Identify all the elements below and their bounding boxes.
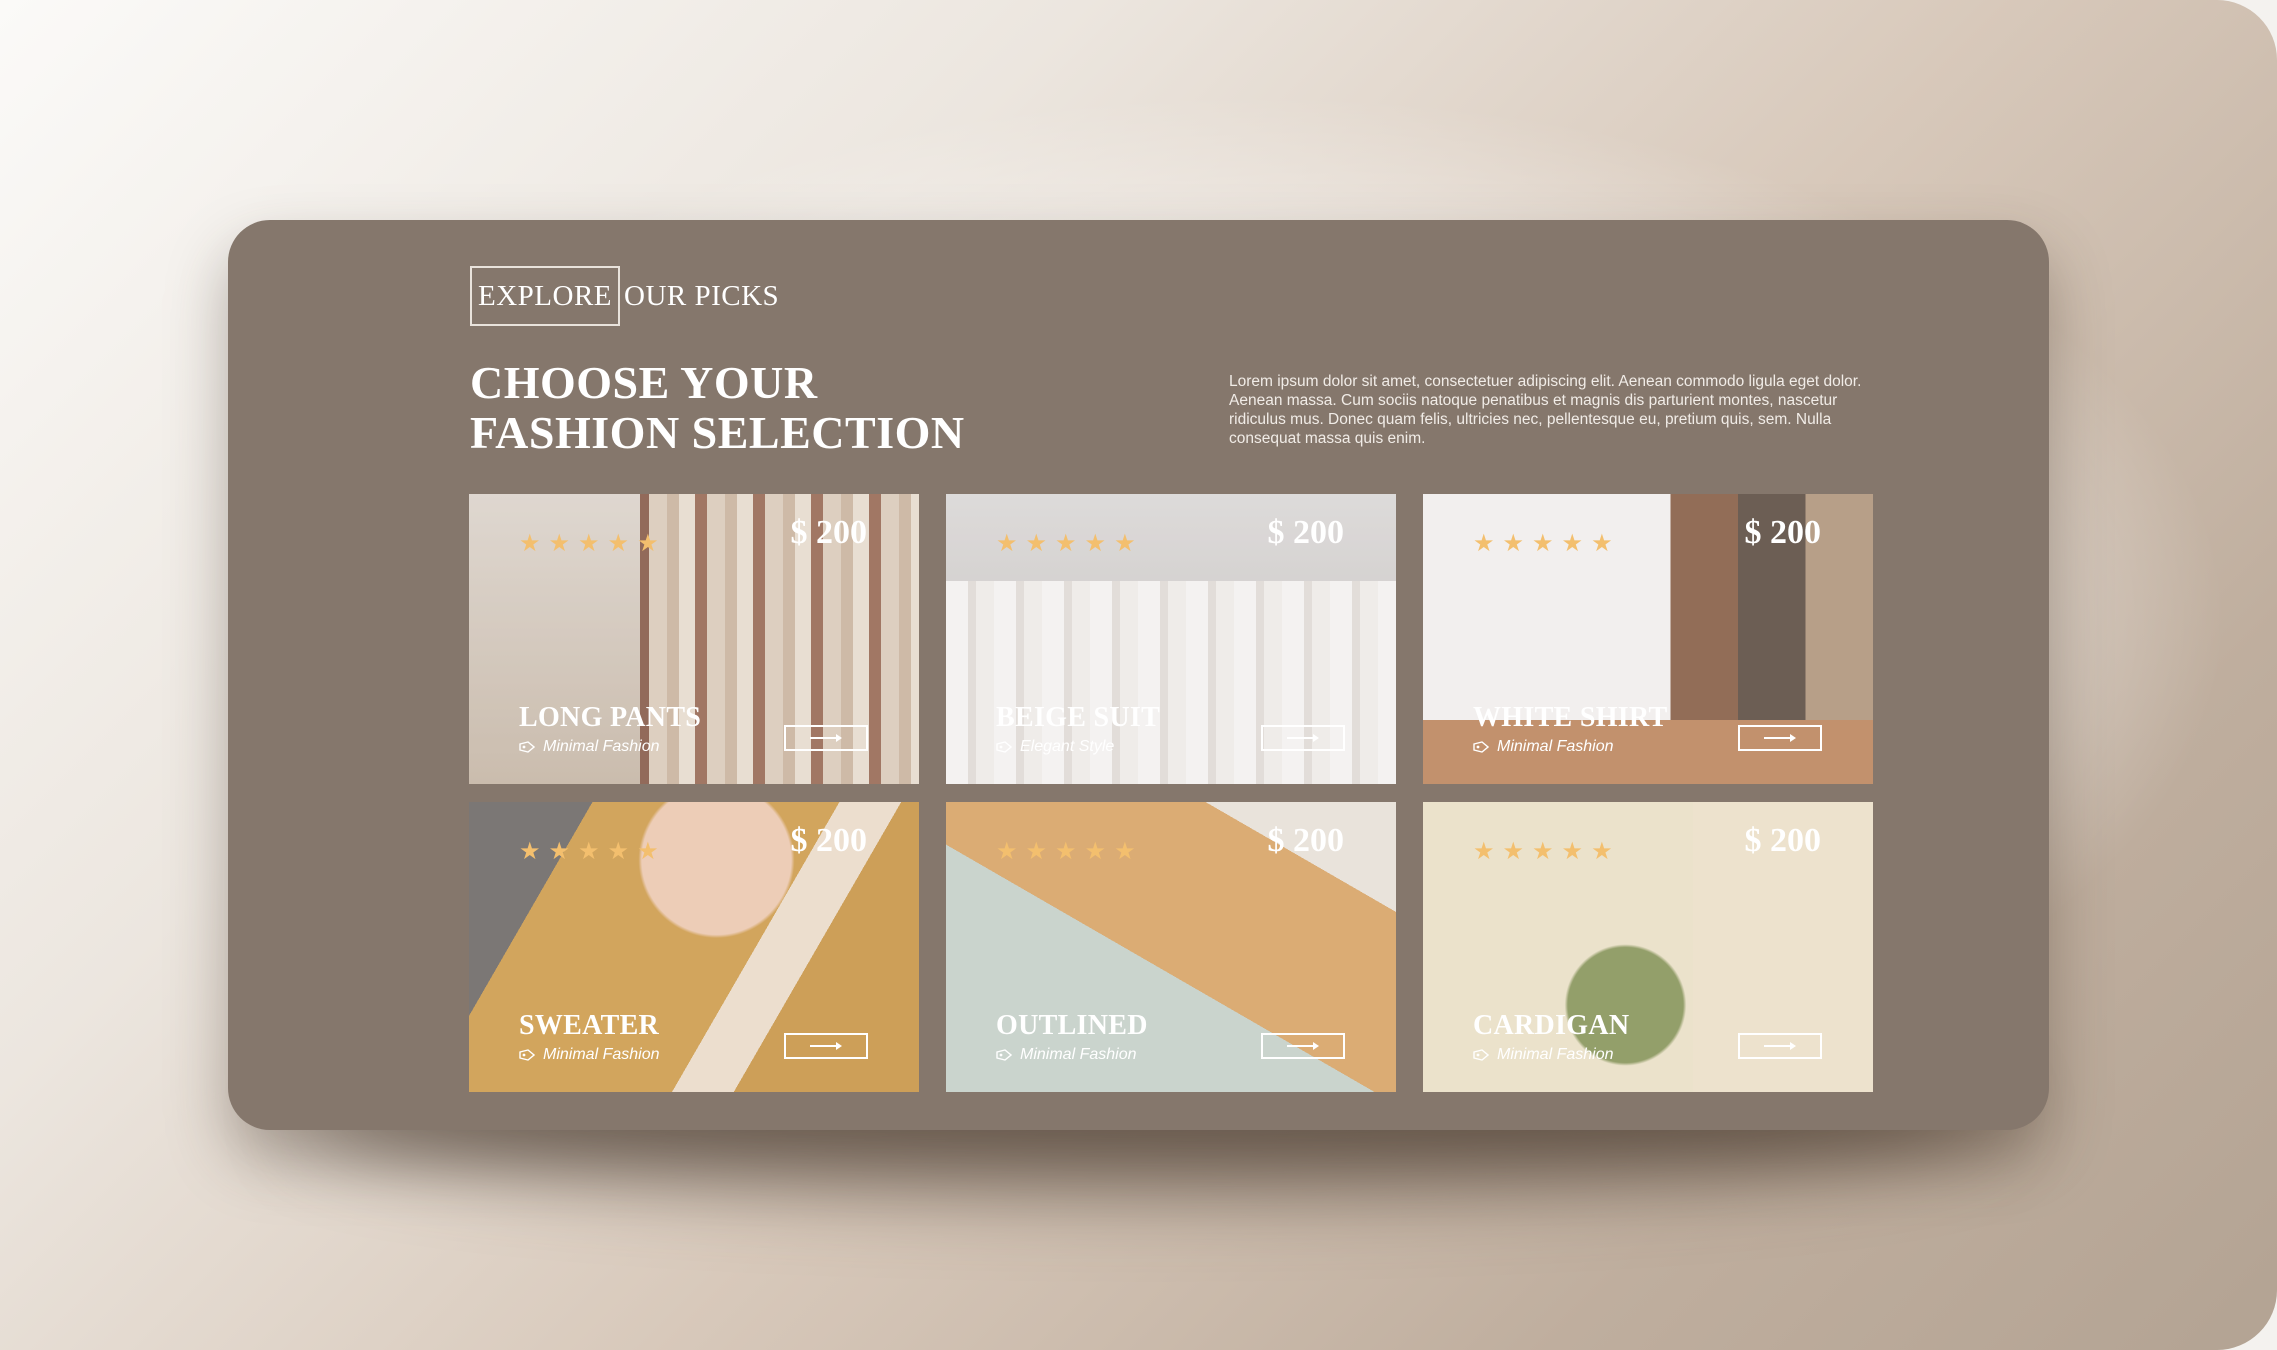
eyebrow-boxed-text: EXPLORE	[470, 266, 620, 326]
eyebrow-text: OUR PICKS	[624, 279, 780, 312]
rating-stars: ★ ★ ★ ★ ★	[996, 532, 1136, 556]
view-product-button[interactable]	[1738, 1033, 1822, 1059]
arrow-right-icon	[810, 1042, 842, 1050]
view-product-button[interactable]	[1261, 725, 1345, 751]
product-card[interactable]: ★ ★ ★ ★ ★ $ 200 OUTLINED Minimal Fashion	[946, 802, 1396, 1092]
star-icon: ★	[1114, 530, 1136, 557]
star-icon: ★	[1561, 530, 1584, 557]
product-category: Minimal Fashion	[519, 738, 659, 756]
star-icon: ★	[1532, 530, 1554, 557]
rating-stars: ★ ★ ★ ★ ★	[1473, 532, 1613, 556]
star-icon: ★	[607, 838, 630, 865]
star-icon: ★	[1084, 530, 1107, 557]
view-product-button[interactable]	[784, 1033, 868, 1059]
product-name: WHITE SHIRT	[1473, 702, 1668, 733]
star-icon: ★	[1591, 838, 1613, 865]
star-icon: ★	[548, 530, 571, 557]
product-name: CARDIGAN	[1473, 1010, 1630, 1041]
arrow-right-icon	[810, 734, 842, 742]
background: EXPLORE OUR PICKS CHOOSE YOUR FASHION SE…	[0, 0, 2277, 1350]
product-card[interactable]: ★ ★ ★ ★ ★ $ 200 LONG PANTS Minimal Fashion	[469, 494, 919, 784]
product-price: $ 200	[1744, 822, 1822, 859]
product-name: BEIGE SUIT	[996, 702, 1161, 733]
product-category-label: Minimal Fashion	[543, 1046, 660, 1063]
section-eyebrow: EXPLORE OUR PICKS	[470, 266, 779, 326]
rating-stars: ★ ★ ★ ★ ★	[996, 840, 1136, 864]
star-icon: ★	[519, 530, 541, 557]
rating-stars: ★ ★ ★ ★ ★	[519, 532, 659, 556]
view-product-button[interactable]	[784, 725, 868, 751]
product-category: Minimal Fashion	[1473, 738, 1613, 756]
product-category-label: Elegant Style	[1020, 738, 1115, 755]
product-name: SWEATER	[519, 1010, 660, 1041]
tag-icon	[996, 741, 1012, 753]
product-card[interactable]: ★ ★ ★ ★ ★ $ 200 WHITE SHIRT Minimal Fashion	[1423, 494, 1873, 784]
product-price: $ 200	[1744, 514, 1822, 551]
star-icon: ★	[637, 530, 659, 557]
product-card[interactable]: ★ ★ ★ ★ ★ $ 200 SWEATER Minimal Fashion	[469, 802, 919, 1092]
product-category: Minimal Fashion	[996, 1046, 1136, 1064]
star-icon: ★	[519, 838, 541, 865]
section-description: Lorem ipsum dolor sit amet, consectetuer…	[1229, 373, 1862, 447]
tag-icon	[519, 1049, 535, 1061]
view-product-button[interactable]	[1261, 1033, 1345, 1059]
product-category: Minimal Fashion	[1473, 1046, 1613, 1064]
tag-icon	[996, 1049, 1012, 1061]
page-title: CHOOSE YOUR FASHION SELECTION	[470, 358, 1030, 458]
star-icon: ★	[1025, 530, 1048, 557]
star-icon: ★	[607, 530, 630, 557]
product-price: $ 200	[790, 514, 868, 551]
star-icon: ★	[1502, 530, 1525, 557]
star-icon: ★	[1055, 838, 1077, 865]
arrow-right-icon	[1764, 1042, 1796, 1050]
product-category-label: Minimal Fashion	[1020, 1046, 1137, 1063]
star-icon: ★	[1084, 838, 1107, 865]
product-name: OUTLINED	[996, 1010, 1148, 1041]
product-category-label: Minimal Fashion	[1497, 738, 1614, 755]
rating-stars: ★ ★ ★ ★ ★	[519, 840, 659, 864]
star-icon: ★	[578, 838, 600, 865]
star-icon: ★	[548, 838, 571, 865]
star-icon: ★	[1532, 838, 1554, 865]
product-category-label: Minimal Fashion	[543, 738, 660, 755]
product-name: LONG PANTS	[519, 702, 702, 733]
product-price: $ 200	[1267, 822, 1345, 859]
star-icon: ★	[1025, 838, 1048, 865]
product-card[interactable]: ★ ★ ★ ★ ★ $ 200 CARDIGAN Minimal Fashion	[1423, 802, 1873, 1092]
product-price: $ 200	[1267, 514, 1345, 551]
star-icon: ★	[1591, 530, 1613, 557]
page-title-line-1: CHOOSE YOUR	[470, 357, 818, 408]
product-category: Minimal Fashion	[519, 1046, 659, 1064]
product-category: Elegant Style	[996, 738, 1114, 756]
product-card[interactable]: ★ ★ ★ ★ ★ $ 200 BEIGE SUIT Elegant Style	[946, 494, 1396, 784]
arrow-right-icon	[1287, 734, 1319, 742]
star-icon: ★	[578, 530, 600, 557]
star-icon: ★	[1473, 530, 1495, 557]
star-icon: ★	[996, 530, 1018, 557]
star-icon: ★	[637, 838, 659, 865]
star-icon: ★	[1055, 530, 1077, 557]
star-icon: ★	[1114, 838, 1136, 865]
tag-icon	[1473, 741, 1489, 753]
arrow-right-icon	[1287, 1042, 1319, 1050]
star-icon: ★	[1502, 838, 1525, 865]
product-category-label: Minimal Fashion	[1497, 1046, 1614, 1063]
page-title-line-2: FASHION SELECTION	[470, 407, 965, 458]
tag-icon	[519, 741, 535, 753]
star-icon: ★	[1473, 838, 1495, 865]
star-icon: ★	[1561, 838, 1584, 865]
product-price: $ 200	[790, 822, 868, 859]
arrow-right-icon	[1764, 734, 1796, 742]
tag-icon	[1473, 1049, 1489, 1061]
star-icon: ★	[996, 838, 1018, 865]
rating-stars: ★ ★ ★ ★ ★	[1473, 840, 1613, 864]
view-product-button[interactable]	[1738, 725, 1822, 751]
